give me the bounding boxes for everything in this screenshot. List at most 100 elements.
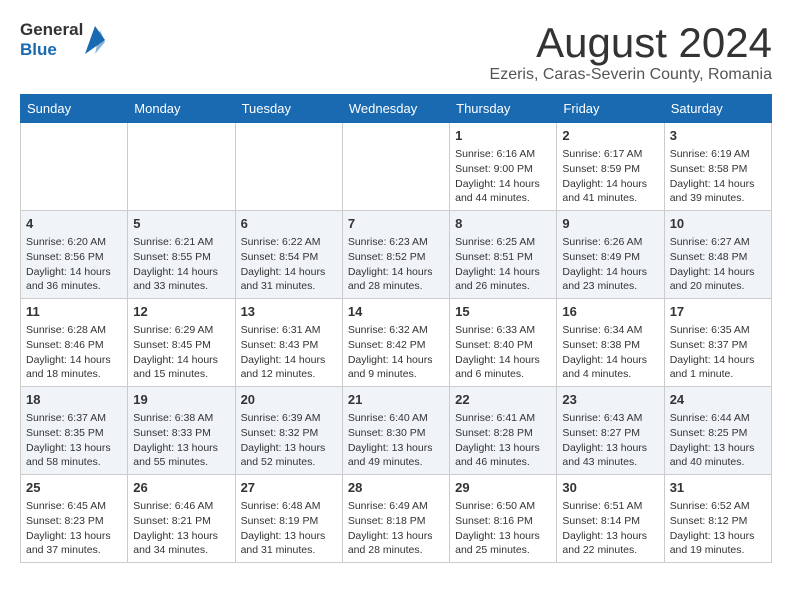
calendar-cell: 23Sunrise: 6:43 AMSunset: 8:27 PMDayligh… — [557, 387, 664, 475]
cell-info: Sunrise: 6:27 AM — [670, 235, 766, 250]
cell-info: Sunrise: 6:40 AM — [348, 411, 444, 426]
cell-info: Sunrise: 6:34 AM — [562, 323, 658, 338]
cell-info: Daylight: 14 hours and 6 minutes. — [455, 353, 551, 382]
day-number: 27 — [241, 479, 337, 497]
cell-info: Sunset: 8:14 PM — [562, 514, 658, 529]
cell-info: Daylight: 14 hours and 9 minutes. — [348, 353, 444, 382]
day-number: 17 — [670, 303, 766, 321]
cell-info: Sunrise: 6:19 AM — [670, 147, 766, 162]
day-number: 7 — [348, 215, 444, 233]
day-number: 5 — [133, 215, 229, 233]
logo-blue: Blue — [20, 40, 83, 60]
cell-info: Daylight: 13 hours and 43 minutes. — [562, 441, 658, 470]
cell-info: Sunset: 8:58 PM — [670, 162, 766, 177]
cell-info: Daylight: 13 hours and 22 minutes. — [562, 529, 658, 558]
day-number: 3 — [670, 127, 766, 145]
cell-info: Sunrise: 6:44 AM — [670, 411, 766, 426]
cell-info: Sunset: 8:32 PM — [241, 426, 337, 441]
title-area: August 2024 Ezeris, Caras-Severin County… — [490, 20, 772, 84]
day-number: 10 — [670, 215, 766, 233]
page-header: General Blue August 2024 Ezeris, Caras-S… — [20, 20, 772, 84]
cell-info: Sunrise: 6:52 AM — [670, 499, 766, 514]
cell-info: Daylight: 13 hours and 52 minutes. — [241, 441, 337, 470]
calendar-cell: 15Sunrise: 6:33 AMSunset: 8:40 PMDayligh… — [450, 299, 557, 387]
cell-info: Sunset: 8:21 PM — [133, 514, 229, 529]
calendar-cell: 2Sunrise: 6:17 AMSunset: 8:59 PMDaylight… — [557, 123, 664, 211]
day-number: 30 — [562, 479, 658, 497]
cell-info: Sunset: 8:27 PM — [562, 426, 658, 441]
calendar-cell: 11Sunrise: 6:28 AMSunset: 8:46 PMDayligh… — [21, 299, 128, 387]
cell-info: Sunset: 8:33 PM — [133, 426, 229, 441]
cell-info: Sunrise: 6:41 AM — [455, 411, 551, 426]
cell-info: Daylight: 14 hours and 18 minutes. — [26, 353, 122, 382]
cell-info: Sunset: 8:54 PM — [241, 250, 337, 265]
cell-info: Sunrise: 6:25 AM — [455, 235, 551, 250]
cell-info: Sunrise: 6:16 AM — [455, 147, 551, 162]
cell-info: Sunset: 8:56 PM — [26, 250, 122, 265]
cell-info: Daylight: 14 hours and 12 minutes. — [241, 353, 337, 382]
cell-info: Sunset: 8:46 PM — [26, 338, 122, 353]
cell-info: Sunrise: 6:33 AM — [455, 323, 551, 338]
calendar-cell: 31Sunrise: 6:52 AMSunset: 8:12 PMDayligh… — [664, 475, 771, 563]
day-number: 16 — [562, 303, 658, 321]
calendar-cell: 22Sunrise: 6:41 AMSunset: 8:28 PMDayligh… — [450, 387, 557, 475]
cell-info: Daylight: 14 hours and 39 minutes. — [670, 177, 766, 206]
calendar-cell: 12Sunrise: 6:29 AMSunset: 8:45 PMDayligh… — [128, 299, 235, 387]
weekday-header-wednesday: Wednesday — [342, 95, 449, 123]
day-number: 26 — [133, 479, 229, 497]
subtitle: Ezeris, Caras-Severin County, Romania — [490, 66, 772, 84]
cell-info: Daylight: 14 hours and 20 minutes. — [670, 265, 766, 294]
weekday-header-thursday: Thursday — [450, 95, 557, 123]
calendar-cell: 1Sunrise: 6:16 AMSunset: 9:00 PMDaylight… — [450, 123, 557, 211]
cell-info: Sunrise: 6:17 AM — [562, 147, 658, 162]
calendar-cell: 8Sunrise: 6:25 AMSunset: 8:51 PMDaylight… — [450, 211, 557, 299]
calendar-cell: 30Sunrise: 6:51 AMSunset: 8:14 PMDayligh… — [557, 475, 664, 563]
cell-info: Sunset: 8:38 PM — [562, 338, 658, 353]
cell-info: Sunset: 8:19 PM — [241, 514, 337, 529]
weekday-header-tuesday: Tuesday — [235, 95, 342, 123]
day-number: 13 — [241, 303, 337, 321]
weekday-header-friday: Friday — [557, 95, 664, 123]
day-number: 9 — [562, 215, 658, 233]
calendar-cell: 24Sunrise: 6:44 AMSunset: 8:25 PMDayligh… — [664, 387, 771, 475]
day-number: 29 — [455, 479, 551, 497]
cell-info: Sunset: 8:45 PM — [133, 338, 229, 353]
calendar-cell: 25Sunrise: 6:45 AMSunset: 8:23 PMDayligh… — [21, 475, 128, 563]
calendar-cell — [21, 123, 128, 211]
logo-general: General — [20, 20, 83, 40]
cell-info: Sunrise: 6:26 AM — [562, 235, 658, 250]
cell-info: Sunset: 8:48 PM — [670, 250, 766, 265]
cell-info: Sunrise: 6:48 AM — [241, 499, 337, 514]
cell-info: Daylight: 14 hours and 15 minutes. — [133, 353, 229, 382]
calendar-cell: 10 Sunrise: 6:27 AMSunset: 8:48 PMDayligh… — [664, 211, 771, 299]
cell-info: Sunrise: 6:50 AM — [455, 499, 551, 514]
calendar-cell: 18Sunrise: 6:37 AMSunset: 8:35 PMDayligh… — [21, 387, 128, 475]
day-number: 20 — [241, 391, 337, 409]
cell-info: Sunrise: 6:39 AM — [241, 411, 337, 426]
calendar-cell — [128, 123, 235, 211]
calendar-cell: 27Sunrise: 6:48 AMSunset: 8:19 PMDayligh… — [235, 475, 342, 563]
calendar-table: SundayMondayTuesdayWednesdayThursdayFrid… — [20, 94, 772, 563]
cell-info: Sunrise: 6:37 AM — [26, 411, 122, 426]
cell-info: Sunset: 8:12 PM — [670, 514, 766, 529]
day-number: 4 — [26, 215, 122, 233]
calendar-cell: 7Sunrise: 6:23 AMSunset: 8:52 PMDaylight… — [342, 211, 449, 299]
cell-info: Daylight: 14 hours and 36 minutes. — [26, 265, 122, 294]
cell-info: Sunrise: 6:38 AM — [133, 411, 229, 426]
cell-info: Daylight: 14 hours and 28 minutes. — [348, 265, 444, 294]
calendar-cell: 17Sunrise: 6:35 AMSunset: 8:37 PMDayligh… — [664, 299, 771, 387]
logo-container: General Blue — [20, 20, 105, 59]
cell-info: Sunset: 8:23 PM — [26, 514, 122, 529]
cell-info: Sunset: 8:55 PM — [133, 250, 229, 265]
cell-info: Daylight: 13 hours and 55 minutes. — [133, 441, 229, 470]
day-number: 2 — [562, 127, 658, 145]
cell-info: Daylight: 13 hours and 25 minutes. — [455, 529, 551, 558]
calendar-cell: 20 Sunrise: 6:39 AMSunset: 8:32 PMDayligh… — [235, 387, 342, 475]
calendar-week-row: 4Sunrise: 6:20 AMSunset: 8:56 PMDaylight… — [21, 211, 772, 299]
cell-info: Daylight: 14 hours and 44 minutes. — [455, 177, 551, 206]
day-number: 8 — [455, 215, 551, 233]
day-number: 1 — [455, 127, 551, 145]
calendar-cell: 5Sunrise: 6:21 AMSunset: 8:55 PMDaylight… — [128, 211, 235, 299]
cell-info: Daylight: 14 hours and 31 minutes. — [241, 265, 337, 294]
cell-info: Daylight: 14 hours and 4 minutes. — [562, 353, 658, 382]
